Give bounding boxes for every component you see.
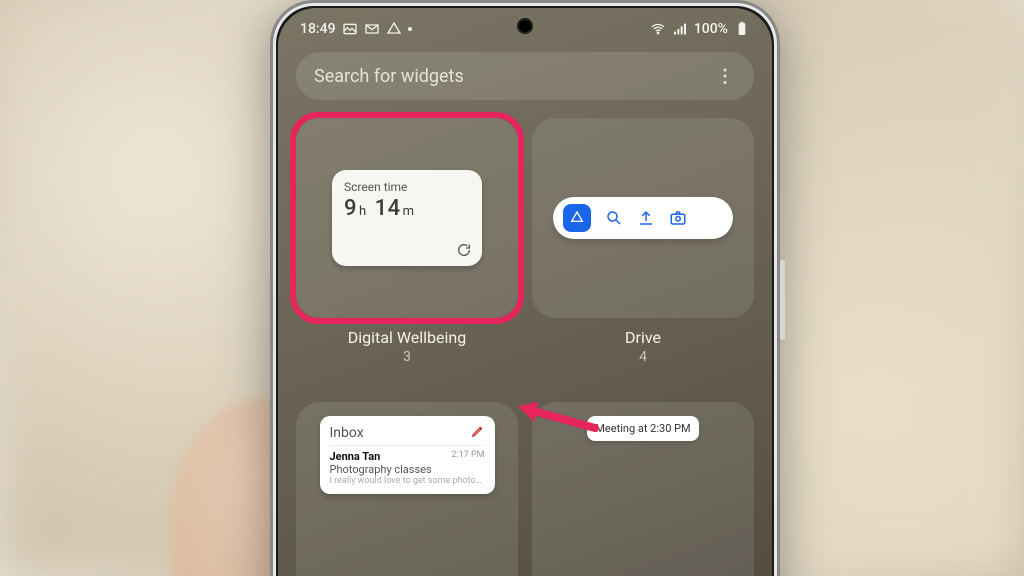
inbox-header: Inbox (330, 425, 364, 441)
status-right: 100% (650, 21, 750, 37)
widget-grid: Screen time 9h 14m Digital Wellbeing 3 (296, 118, 754, 576)
widget-cell-inbox[interactable]: Inbox Jenna Tan 2:17 PM Photography class… (296, 402, 518, 576)
widget-cell-calendar[interactable]: Meeting at 2:30 PM (532, 402, 754, 576)
widget-tile-calendar[interactable]: Meeting at 2:30 PM (532, 402, 754, 576)
gmail-inbox-preview: Inbox Jenna Tan 2:17 PM Photography class… (320, 416, 495, 494)
signal-icon (672, 21, 688, 37)
drive-icon (386, 21, 402, 37)
drive-app-icon (563, 204, 591, 232)
minutes-unit: m (403, 204, 415, 219)
status-time: 18:49 (300, 21, 336, 37)
screen-time-label: Screen time (344, 180, 470, 194)
phone-screen: 18:49 100% (278, 8, 772, 576)
widget-label: Digital Wellbeing (348, 328, 466, 347)
power-button (780, 260, 785, 340)
camera-icon (669, 209, 687, 227)
widget-tile-drive[interactable] (532, 118, 754, 318)
drive-quick-bar (553, 197, 733, 239)
widget-count: 4 (639, 349, 647, 365)
screen-time-hours: 9 (344, 196, 357, 221)
image-icon (342, 21, 358, 37)
status-left: 18:49 (300, 21, 412, 37)
screen-time-minutes: 14 (375, 196, 401, 221)
widget-count: 3 (403, 349, 411, 365)
email-sender: Jenna Tan (330, 450, 381, 463)
more-menu-icon[interactable]: ⋮ (716, 66, 736, 87)
compose-icon (471, 424, 485, 441)
widget-cell-digital-wellbeing[interactable]: Screen time 9h 14m Digital Wellbeing 3 (296, 118, 518, 388)
widget-tile-inbox[interactable]: Inbox Jenna Tan 2:17 PM Photography class… (296, 402, 518, 576)
wifi-icon (650, 21, 666, 37)
dot-icon (408, 27, 412, 31)
refresh-icon (456, 242, 472, 258)
search-placeholder: Search for widgets (314, 66, 464, 87)
widget-cell-drive[interactable]: Drive 4 (532, 118, 754, 388)
status-bar: 18:49 100% (278, 8, 772, 44)
battery-icon (734, 21, 750, 37)
widget-search-bar[interactable]: Search for widgets ⋮ (296, 52, 754, 100)
email-subject: Photography classes (330, 463, 485, 476)
screen-time-value: 9h 14m (344, 196, 470, 221)
hours-unit: h (359, 204, 367, 219)
battery-pct: 100% (694, 21, 728, 37)
gmail-icon (364, 21, 380, 37)
email-time: 2:17 PM (451, 450, 484, 463)
calendar-event-text: Meeting at 2:30 PM (587, 416, 698, 441)
email-snippet: I really would love to get some photogra… (330, 476, 485, 486)
search-icon (605, 209, 623, 227)
phone-frame: 18:49 100% (270, 0, 780, 576)
screen-time-card: Screen time 9h 14m (332, 170, 482, 266)
widget-label: Drive (625, 328, 661, 347)
upload-icon (637, 209, 655, 227)
widget-tile-digital-wellbeing[interactable]: Screen time 9h 14m (296, 118, 518, 318)
